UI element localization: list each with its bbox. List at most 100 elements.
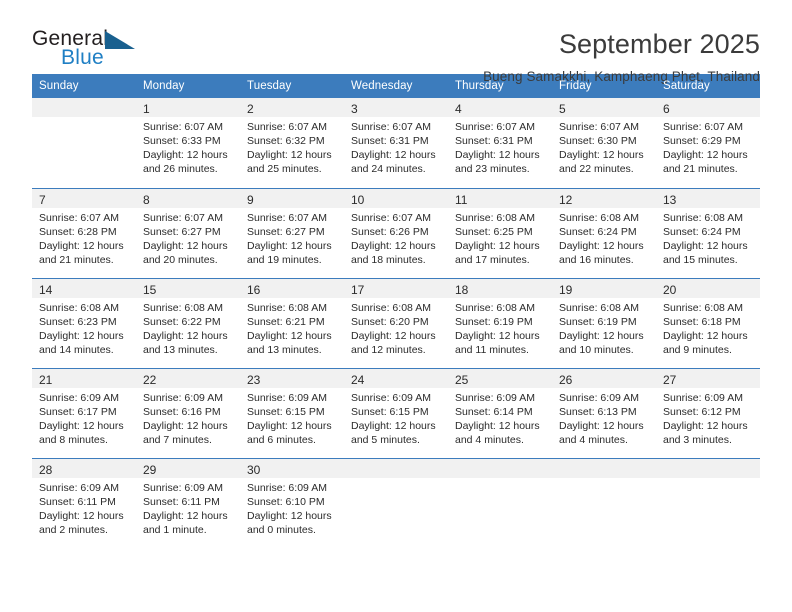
calendar-day-cell[interactable]: 10 Sunrise: 6:07 AM Sunset: 6:26 PM Dayligh… <box>344 189 448 278</box>
day-number: 18 <box>455 283 469 297</box>
calendar-day-cell[interactable]: 23 Sunrise: 6:09 AM Sunset: 6:15 PM Dayligh… <box>240 369 344 458</box>
calendar-day-cell[interactable]: 3 Sunrise: 6:07 AM Sunset: 6:31 PM Daylight… <box>344 98 448 188</box>
sun-info: Sunrise: 6:07 AM Sunset: 6:33 PM Daylight:… <box>136 117 240 176</box>
daylight-text-line2: and 4 minutes. <box>559 434 628 446</box>
calendar-day-cell[interactable]: 14 Sunrise: 6:08 AM Sunset: 6:23 PM Dayligh… <box>32 279 136 368</box>
day-number: 10 <box>351 193 365 207</box>
calendar-day-cell[interactable]: 11 Sunrise: 6:08 AM Sunset: 6:25 PM Dayligh… <box>448 189 552 278</box>
day-number-strip: 3 <box>344 98 448 117</box>
calendar-day-cell[interactable]: 8 Sunrise: 6:07 AM Sunset: 6:27 PM Daylight… <box>136 189 240 278</box>
sunset-text: Sunset: 6:15 PM <box>351 406 429 418</box>
calendar-day-cell[interactable]: 19 Sunrise: 6:08 AM Sunset: 6:19 PM Dayligh… <box>552 279 656 368</box>
calendar-week-row: 21 Sunrise: 6:09 AM Sunset: 6:17 PM Dayligh… <box>32 368 760 458</box>
day-number: 6 <box>663 102 670 116</box>
sun-info: Sunrise: 6:09 AM Sunset: 6:12 PM Daylight:… <box>656 388 760 447</box>
day-number-strip: 28 <box>32 459 136 478</box>
daylight-text-line1: Daylight: 12 hours <box>559 149 644 161</box>
calendar-day-cell[interactable]: 15 Sunrise: 6:08 AM Sunset: 6:22 PM Dayligh… <box>136 279 240 368</box>
sunrise-text: Sunrise: 6:07 AM <box>663 121 743 133</box>
calendar-day-cell[interactable]: 13 Sunrise: 6:08 AM Sunset: 6:24 PM Dayligh… <box>656 189 760 278</box>
daylight-text-line2: and 3 minutes. <box>663 434 732 446</box>
sunset-text: Sunset: 6:14 PM <box>455 406 533 418</box>
day-number-strip: 29 <box>136 459 240 478</box>
weekday-header-tuesday: Tuesday <box>247 80 292 92</box>
weekday-header-saturday: Saturday <box>663 80 710 92</box>
sunrise-text: Sunrise: 6:09 AM <box>455 392 535 404</box>
sun-info: Sunrise: 6:08 AM Sunset: 6:20 PM Daylight:… <box>344 298 448 357</box>
calendar-day-cell[interactable]: 9 Sunrise: 6:07 AM Sunset: 6:27 PM Daylight… <box>240 189 344 278</box>
sunrise-text: Sunrise: 6:07 AM <box>39 212 119 224</box>
sunset-text: Sunset: 6:21 PM <box>247 316 325 328</box>
weekday-header-sunday: Sunday <box>39 80 79 92</box>
daylight-text-line1: Daylight: 12 hours <box>455 149 540 161</box>
calendar-day-cell[interactable]: 5 Sunrise: 6:07 AM Sunset: 6:30 PM Daylight… <box>552 98 656 188</box>
daylight-text-line1: Daylight: 12 hours <box>663 330 748 342</box>
calendar-day-cell[interactable]: 1 Sunrise: 6:07 AM Sunset: 6:33 PM Daylight… <box>136 98 240 188</box>
day-number-strip <box>344 459 448 478</box>
general-blue-logo[interactable]: General Blue <box>32 28 152 74</box>
daylight-text-line1: Daylight: 12 hours <box>455 240 540 252</box>
calendar-week-row: 14 Sunrise: 6:08 AM Sunset: 6:23 PM Dayligh… <box>32 278 760 368</box>
daylight-text-line2: and 20 minutes. <box>143 254 218 266</box>
day-number: 20 <box>663 283 677 297</box>
day-number-strip: 23 <box>240 369 344 388</box>
day-number: 12 <box>559 193 573 207</box>
daylight-text-line2: and 24 minutes. <box>351 163 426 175</box>
day-number: 1 <box>143 102 150 116</box>
sunrise-text: Sunrise: 6:07 AM <box>247 212 327 224</box>
sun-info: Sunrise: 6:07 AM Sunset: 6:32 PM Daylight:… <box>240 117 344 176</box>
sun-info: Sunrise: 6:09 AM Sunset: 6:13 PM Daylight:… <box>552 388 656 447</box>
sunrise-text: Sunrise: 6:07 AM <box>559 121 639 133</box>
day-number-strip: 17 <box>344 279 448 298</box>
daylight-text-line2: and 14 minutes. <box>39 344 114 356</box>
day-number: 8 <box>143 193 150 207</box>
calendar-day-cell[interactable]: 30 Sunrise: 6:09 AM Sunset: 6:10 PM Dayligh… <box>240 459 344 548</box>
calendar-day-cell[interactable]: 4 Sunrise: 6:07 AM Sunset: 6:31 PM Daylight… <box>448 98 552 188</box>
sunset-text: Sunset: 6:13 PM <box>559 406 637 418</box>
day-number-strip: 7 <box>32 189 136 208</box>
daylight-text-line2: and 11 minutes. <box>455 344 529 356</box>
calendar-day-cell[interactable]: 29 Sunrise: 6:09 AM Sunset: 6:11 PM Dayligh… <box>136 459 240 548</box>
calendar-day-cell[interactable]: 22 Sunrise: 6:09 AM Sunset: 6:16 PM Dayligh… <box>136 369 240 458</box>
day-number: 16 <box>247 283 261 297</box>
day-number: 24 <box>351 373 365 387</box>
daylight-text-line1: Daylight: 12 hours <box>143 330 228 342</box>
calendar-day-cell[interactable]: 26 Sunrise: 6:09 AM Sunset: 6:13 PM Dayligh… <box>552 369 656 458</box>
day-number-strip: 24 <box>344 369 448 388</box>
calendar-day-cell[interactable]: 24 Sunrise: 6:09 AM Sunset: 6:15 PM Dayligh… <box>344 369 448 458</box>
calendar-day-cell[interactable]: 16 Sunrise: 6:08 AM Sunset: 6:21 PM Dayligh… <box>240 279 344 368</box>
calendar-day-cell[interactable]: 12 Sunrise: 6:08 AM Sunset: 6:24 PM Dayligh… <box>552 189 656 278</box>
calendar-day-cell[interactable]: 28 Sunrise: 6:09 AM Sunset: 6:11 PM Dayligh… <box>32 459 136 548</box>
calendar-day-cell[interactable]: 2 Sunrise: 6:07 AM Sunset: 6:32 PM Daylight… <box>240 98 344 188</box>
day-number-strip: 11 <box>448 189 552 208</box>
calendar-week-row: 28 Sunrise: 6:09 AM Sunset: 6:11 PM Dayligh… <box>32 458 760 548</box>
day-number: 22 <box>143 373 157 387</box>
calendar-day-cell[interactable]: 6 Sunrise: 6:07 AM Sunset: 6:29 PM Daylight… <box>656 98 760 188</box>
calendar-day-cell[interactable]: 18 Sunrise: 6:08 AM Sunset: 6:19 PM Dayligh… <box>448 279 552 368</box>
sunset-text: Sunset: 6:29 PM <box>663 135 741 147</box>
sun-info: Sunrise: 6:09 AM Sunset: 6:11 PM Daylight:… <box>136 478 240 537</box>
sunrise-text: Sunrise: 6:09 AM <box>559 392 639 404</box>
calendar-day-cell[interactable]: 21 Sunrise: 6:09 AM Sunset: 6:17 PM Dayligh… <box>32 369 136 458</box>
day-number-strip: 18 <box>448 279 552 298</box>
daylight-text-line1: Daylight: 12 hours <box>39 240 124 252</box>
sunset-text: Sunset: 6:18 PM <box>663 316 741 328</box>
day-number-strip: 20 <box>656 279 760 298</box>
day-number-strip: 21 <box>32 369 136 388</box>
sun-info: Sunrise: 6:08 AM Sunset: 6:23 PM Daylight:… <box>32 298 136 357</box>
calendar-day-cell[interactable]: 25 Sunrise: 6:09 AM Sunset: 6:14 PM Dayligh… <box>448 369 552 458</box>
calendar-day-cell[interactable]: 27 Sunrise: 6:09 AM Sunset: 6:12 PM Dayligh… <box>656 369 760 458</box>
calendar-day-cell[interactable]: 20 Sunrise: 6:08 AM Sunset: 6:18 PM Dayligh… <box>656 279 760 368</box>
day-number-strip: 5 <box>552 98 656 117</box>
daylight-text-line1: Daylight: 12 hours <box>351 330 436 342</box>
sunset-text: Sunset: 6:27 PM <box>143 226 221 238</box>
sunset-text: Sunset: 6:28 PM <box>39 226 117 238</box>
calendar-day-cell[interactable]: 17 Sunrise: 6:08 AM Sunset: 6:20 PM Dayligh… <box>344 279 448 368</box>
daylight-text-line1: Daylight: 12 hours <box>559 420 644 432</box>
daylight-text-line1: Daylight: 12 hours <box>143 149 228 161</box>
calendar-day-cell[interactable]: 7 Sunrise: 6:07 AM Sunset: 6:28 PM Daylight… <box>32 189 136 278</box>
daylight-text-line1: Daylight: 12 hours <box>247 330 332 342</box>
day-number: 11 <box>455 193 468 207</box>
day-number: 4 <box>455 102 462 116</box>
daylight-text-line2: and 21 minutes. <box>39 254 114 266</box>
